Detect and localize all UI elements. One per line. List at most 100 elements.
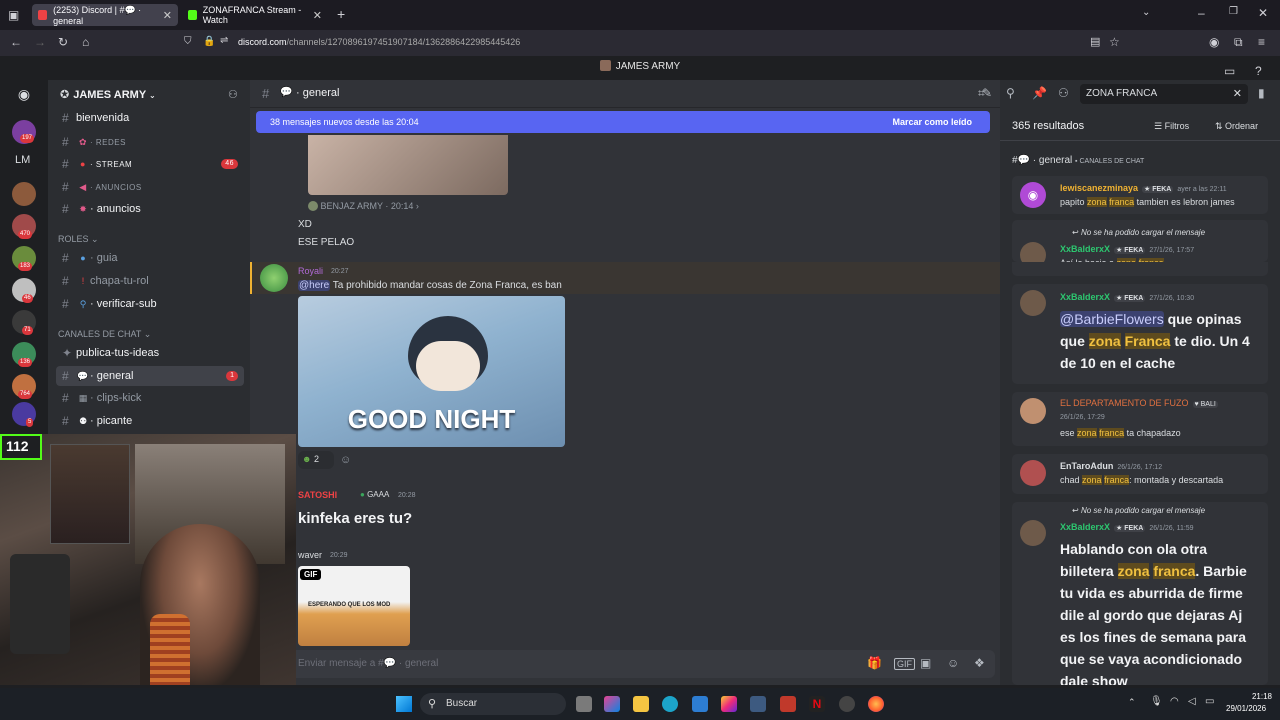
- app-icon[interactable]: [780, 696, 796, 712]
- taskbar-search[interactable]: ⚲ Buscar: [420, 693, 566, 715]
- channel-chapa-tu-rol[interactable]: #! chapa-tu-rol: [56, 271, 244, 291]
- filters-button[interactable]: ☰ Filtros: [1154, 121, 1189, 132]
- store-icon[interactable]: [692, 696, 708, 712]
- tab-overview-icon[interactable]: ▣: [8, 8, 19, 22]
- here-mention[interactable]: @here: [298, 280, 331, 291]
- attached-image[interactable]: [308, 135, 508, 195]
- start-icon[interactable]: [396, 696, 412, 712]
- tab-list-icon[interactable]: ⌄: [1142, 7, 1150, 18]
- add-reaction-icon[interactable]: ☺: [340, 454, 351, 466]
- netflix-icon[interactable]: N: [809, 696, 825, 712]
- tab-discord[interactable]: (2253) Discord | #💬 · general ✕: [32, 4, 178, 26]
- extensions-icon[interactable]: ⧉: [1234, 35, 1243, 50]
- mark-read-button[interactable]: Marcar como leído: [892, 117, 972, 127]
- clear-search-icon[interactable]: ✕: [1233, 87, 1242, 100]
- emoji-icon[interactable]: ☺: [947, 656, 959, 670]
- new-messages-bar[interactable]: 38 mensajes nuevos desde las 20:04 Marca…: [256, 111, 990, 133]
- edge-icon[interactable]: [662, 696, 678, 712]
- tab-kick[interactable]: ZONAFRANCA Stream - Watch ✕: [182, 4, 328, 26]
- channel-clips-kick[interactable]: # ▦ · clips-kick: [56, 388, 244, 408]
- result-author: lewiscanezminaya ★ FEKA ayer a las 22:11: [1060, 183, 1227, 193]
- pin-icon[interactable]: 📌: [1032, 86, 1047, 100]
- inbox-icon[interactable]: ▭: [1224, 60, 1235, 82]
- discord-home-icon[interactable]: ◉: [12, 86, 36, 106]
- copilot-icon[interactable]: [604, 696, 620, 712]
- steam-icon[interactable]: [839, 696, 855, 712]
- apps-icon[interactable]: ❖: [974, 656, 985, 670]
- server-icon[interactable]: [12, 182, 36, 206]
- search-result[interactable]: XxBalderxX ★ FEKA 27/1/26, 10:30 @BarbieFl…: [1012, 284, 1268, 384]
- channel-anuncios-caps[interactable]: # ◀ · ANUNCIOS: [56, 177, 244, 197]
- category-canales-de-chat[interactable]: CANALES DE CHAT ⌄: [58, 329, 151, 340]
- wifi-icon[interactable]: ◠: [1170, 696, 1179, 707]
- bookmark-icon[interactable]: ▮: [1258, 86, 1265, 100]
- menu-icon[interactable]: ≡: [1258, 35, 1265, 49]
- battery-icon[interactable]: ▭: [1205, 696, 1214, 707]
- search-result[interactable]: EnTaroAdun 26/1/26, 17:12 chad zona franc…: [1012, 454, 1268, 494]
- reader-view-icon[interactable]: ▤: [1090, 35, 1100, 48]
- channel-general[interactable]: # 💬 · general 1: [56, 366, 244, 386]
- message-author[interactable]: waver: [298, 550, 322, 560]
- file-explorer-icon[interactable]: [633, 696, 649, 712]
- message-author[interactable]: Royali: [298, 266, 323, 276]
- message-input[interactable]: Enviar mensaje a #💬 · general 🎁 GIF ▣ ☺ …: [290, 650, 995, 678]
- clock[interactable]: 21:18: [1242, 692, 1272, 701]
- channel-verificar-sub[interactable]: # ⚲ · verificar-sub: [56, 294, 244, 314]
- mic-icon[interactable]: 🎙: [1150, 696, 1163, 707]
- firefox-icon[interactable]: [868, 696, 884, 712]
- server-initials[interactable]: LM: [15, 154, 30, 166]
- channel-stream[interactable]: # ● · STREAM 46: [56, 154, 244, 174]
- volume-icon[interactable]: ◁: [1188, 696, 1196, 707]
- category-roles[interactable]: ROLES ⌄: [58, 234, 99, 245]
- reply-reference[interactable]: BENJAZ ARMY · 20:14 ›: [308, 201, 419, 211]
- new-tab-button[interactable]: +: [337, 6, 345, 22]
- channel-anuncios[interactable]: # ✸ · anuncios: [56, 199, 244, 219]
- avatar[interactable]: [260, 264, 288, 292]
- lock-icon[interactable]: 🔒: [203, 36, 215, 47]
- back-icon[interactable]: ←: [10, 35, 22, 49]
- maximize-icon[interactable]: ❐: [1229, 6, 1238, 17]
- channel-picante[interactable]: # ⚉ · picante: [56, 411, 244, 431]
- result-channel-header[interactable]: #💬 · general ▪ CANALES DE CHAT: [1012, 155, 1144, 166]
- help-icon[interactable]: ?: [1255, 60, 1262, 82]
- bookmark-star-icon[interactable]: ☆: [1109, 35, 1120, 49]
- sticker-icon[interactable]: ▣: [920, 656, 931, 670]
- message-author[interactable]: SATOSHI: [298, 490, 337, 500]
- permissions-icon[interactable]: ⇌: [220, 35, 228, 46]
- channel-redes[interactable]: # ✿ · REDES: [56, 132, 244, 152]
- good-night-gif[interactable]: GOOD NIGHT: [298, 296, 565, 447]
- search-result[interactable]: ◉ lewiscanezminaya ★ FEKA ayer a las 22:11…: [1012, 176, 1268, 214]
- search-result[interactable]: EL DEPARTAMENTO DE FUZO ♥ BALI 26/1/26, 1…: [1012, 392, 1268, 446]
- minimize-icon[interactable]: –: [1198, 6, 1205, 20]
- reload-icon[interactable]: ↻: [58, 35, 68, 49]
- gif-attachment[interactable]: GIF ESPERANDO QUE LOS MOD: [298, 566, 410, 646]
- window-close-icon[interactable]: ✕: [1258, 6, 1268, 20]
- user-mention[interactable]: @BarbieFlowers: [1060, 311, 1164, 327]
- channel-bienvenida[interactable]: # bienvenida: [56, 108, 244, 128]
- search-input[interactable]: ZONA FRANCA ✕: [1080, 84, 1248, 104]
- close-tab-icon[interactable]: ✕: [313, 9, 322, 22]
- mute-icon[interactable]: ✎: [982, 86, 992, 100]
- channel-publica-tus-ideas[interactable]: ✦ publica-tus-ideas: [56, 343, 244, 363]
- account-icon[interactable]: ◉: [1209, 35, 1219, 49]
- close-tab-icon[interactable]: ✕: [163, 9, 172, 22]
- url-field[interactable]: discord.com/channels/1270896197451907184…: [238, 37, 520, 47]
- gif-picker-icon[interactable]: GIF: [894, 658, 915, 670]
- instagram-icon[interactable]: [721, 696, 737, 712]
- site-info-icon[interactable]: ⛉: [184, 36, 192, 47]
- tray-chevron-icon[interactable]: ⌃: [1128, 697, 1136, 708]
- app-icon[interactable]: [750, 696, 766, 712]
- task-view-icon[interactable]: [576, 696, 592, 712]
- search-result[interactable]: ↩ No se ha podido cargar el mensaje XxBa…: [1012, 220, 1268, 268]
- home-icon[interactable]: ⌂: [82, 35, 89, 49]
- reaction-button[interactable]: ☻ 2: [298, 451, 334, 469]
- search-result[interactable]: ↩ No se ha podido cargar el mensaje XxBa…: [1012, 502, 1268, 685]
- sort-button[interactable]: ⇅ Ordenar: [1215, 121, 1258, 132]
- forward-icon[interactable]: →: [34, 35, 46, 49]
- members-icon[interactable]: ⚇: [1058, 86, 1069, 100]
- notification-icon[interactable]: ⚲: [1006, 86, 1015, 100]
- add-member-icon[interactable]: ⚇: [228, 88, 238, 101]
- channel-guia[interactable]: # ● · guia: [56, 248, 244, 268]
- gift-icon[interactable]: 🎁: [867, 656, 882, 670]
- server-name-button[interactable]: ✪ JAMES ARMY ⌄: [60, 88, 156, 101]
